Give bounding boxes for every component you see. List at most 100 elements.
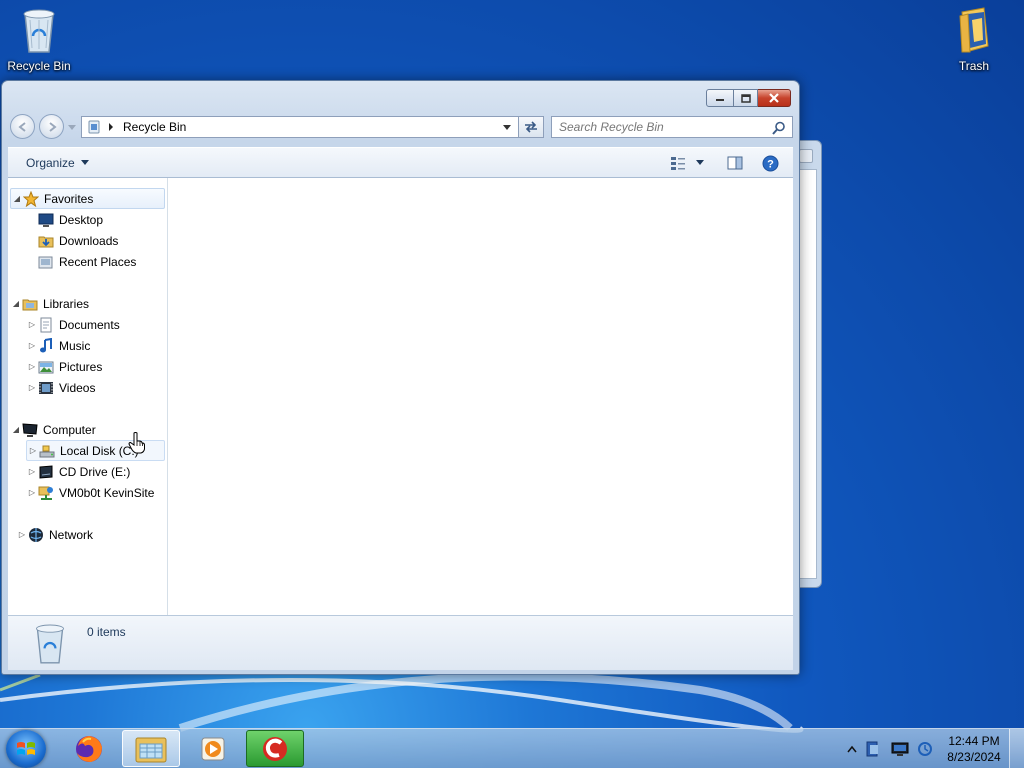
nav-item-pictures[interactable]: ▷ Pictures: [26, 356, 102, 377]
nav-item-desktop[interactable]: Desktop: [38, 209, 103, 230]
expand-arrow-icon[interactable]: ◢: [11, 194, 23, 203]
collapsed-arrow-icon[interactable]: ▷: [26, 383, 38, 392]
nav-label: Local Disk (C:): [60, 443, 139, 458]
help-icon[interactable]: ?: [762, 155, 779, 172]
address-bar[interactable]: Recycle Bin: [81, 116, 519, 138]
hand-cursor-icon: [128, 432, 145, 454]
organize-button[interactable]: Organize: [26, 156, 89, 170]
search-icon[interactable]: [772, 121, 786, 135]
music-icon: [38, 337, 54, 354]
nav-label: VM0b0t KevinSite: [59, 485, 155, 500]
caption-button[interactable]: [799, 149, 813, 163]
recent-pages-dropdown-icon[interactable]: [68, 125, 76, 131]
maximize-button[interactable]: [734, 89, 758, 107]
desktop-icon: [38, 212, 54, 228]
nav-item-downloads[interactable]: Downloads: [38, 230, 118, 251]
organize-label: Organize: [26, 156, 75, 170]
expand-arrow-icon[interactable]: ◢: [10, 425, 22, 434]
nav-label: CD Drive (E:): [59, 464, 131, 479]
recycle-bin-icon: [23, 9, 55, 53]
nav-label: Desktop: [59, 212, 104, 227]
windows-logo-icon: [17, 742, 35, 755]
nav-group-libraries[interactable]: ◢ Libraries: [10, 293, 89, 314]
address-dropdown-icon[interactable]: [503, 125, 511, 131]
chevron-down-icon: [696, 160, 704, 165]
preview-pane-icon[interactable]: [727, 155, 743, 171]
recent-places-icon: [38, 254, 54, 270]
ccleaner-icon: [263, 736, 287, 761]
show-desktop-button[interactable]: [1009, 729, 1024, 768]
nav-group-network[interactable]: ▷ Network: [16, 524, 93, 545]
sync-tray-icon[interactable]: [917, 741, 933, 757]
maximize-icon: [740, 93, 751, 103]
clock[interactable]: 12:44 PM 8/23/2024: [939, 733, 1009, 765]
nav-item-documents[interactable]: ▷ Documents: [26, 314, 120, 335]
collapsed-arrow-icon[interactable]: ▷: [26, 341, 38, 350]
chevron-down-icon: [80, 160, 89, 165]
breadcrumb-chevron-icon[interactable]: [106, 122, 116, 132]
back-arrow-icon: [17, 121, 26, 132]
nav-label: Music: [59, 338, 91, 353]
nav-item-videos[interactable]: ▷ Videos: [26, 377, 96, 398]
cd-drive-icon: [38, 464, 54, 480]
collapsed-arrow-icon[interactable]: ▷: [27, 446, 39, 455]
desktop-icon-trash[interactable]: Trash: [935, 6, 1013, 73]
clock-date: 8/23/2024: [947, 750, 1001, 764]
close-button[interactable]: [758, 89, 791, 107]
taskbar-media-player[interactable]: [184, 730, 242, 767]
explorer-window[interactable]: Recycle Bin Organize ? ◢ Favorite: [1, 80, 800, 675]
computer-icon: [22, 422, 38, 438]
desktop-icon-recycle-bin[interactable]: Recycle Bin: [0, 6, 78, 73]
taskbar-windows-explorer[interactable]: [122, 730, 180, 767]
back-button[interactable]: [10, 114, 35, 139]
nav-label: Videos: [59, 380, 96, 395]
network-drive-icon: [38, 485, 54, 501]
collapsed-arrow-icon[interactable]: ▷: [26, 320, 38, 329]
nav-label: Pictures: [59, 359, 103, 374]
details-pane: 0 items: [8, 615, 793, 670]
minimize-button[interactable]: [706, 89, 734, 107]
start-button[interactable]: [6, 730, 46, 768]
clock-time: 12:44 PM: [948, 734, 1000, 748]
view-options-button[interactable]: [670, 155, 704, 171]
desktop-icon-label: Trash: [958, 59, 990, 73]
collapsed-arrow-icon[interactable]: ▷: [26, 488, 38, 497]
refresh-button[interactable]: [519, 116, 544, 138]
network-tray-icon[interactable]: [891, 741, 909, 757]
nav-item-recent-places[interactable]: Recent Places: [38, 251, 136, 272]
command-bar: Organize ?: [8, 147, 793, 178]
nav-label: Libraries: [43, 296, 90, 311]
taskbar: 12:44 PM 8/23/2024: [0, 728, 1024, 768]
system-tray: 12:44 PM 8/23/2024: [847, 729, 1024, 768]
file-list[interactable]: [169, 178, 793, 615]
collapsed-arrow-icon[interactable]: ▷: [26, 362, 38, 371]
tray-app-icon[interactable]: [865, 741, 881, 757]
star-icon: [23, 190, 39, 207]
breadcrumb-recycle-bin[interactable]: Recycle Bin: [123, 120, 186, 134]
caption-buttons: [706, 89, 791, 107]
taskbar-firefox[interactable]: [60, 730, 118, 767]
folder-icon: [959, 7, 989, 53]
nav-item-music[interactable]: ▷ Music: [26, 335, 90, 356]
show-hidden-icons-icon[interactable]: [847, 745, 857, 753]
forward-button[interactable]: [39, 114, 64, 139]
collapsed-arrow-icon[interactable]: ▷: [16, 530, 28, 539]
taskbar-ccleaner[interactable]: [246, 730, 304, 767]
recycle-bin-large-icon: [36, 624, 64, 664]
windows-explorer-icon: [135, 737, 167, 762]
nav-label: Favorites: [44, 191, 94, 206]
search-box[interactable]: [551, 116, 793, 138]
downloads-icon: [38, 233, 54, 249]
content-area: ◢ Favorites Desktop Downloads Recent Pla…: [8, 178, 793, 615]
nav-group-computer[interactable]: ◢ Computer: [10, 419, 96, 440]
item-count: 0 items: [87, 625, 126, 639]
collapsed-arrow-icon[interactable]: ▷: [26, 467, 38, 476]
views-icon: [671, 157, 685, 170]
close-icon: [769, 93, 779, 103]
nav-item-network-share[interactable]: ▷ VM0b0t KevinSite: [26, 482, 154, 503]
nav-item-cd-drive[interactable]: ▷ CD Drive (E:): [26, 461, 130, 482]
expand-arrow-icon[interactable]: ◢: [10, 299, 22, 308]
search-input[interactable]: [559, 120, 769, 134]
minimize-icon: [716, 99, 724, 101]
nav-group-favorites[interactable]: ◢ Favorites: [10, 188, 165, 209]
